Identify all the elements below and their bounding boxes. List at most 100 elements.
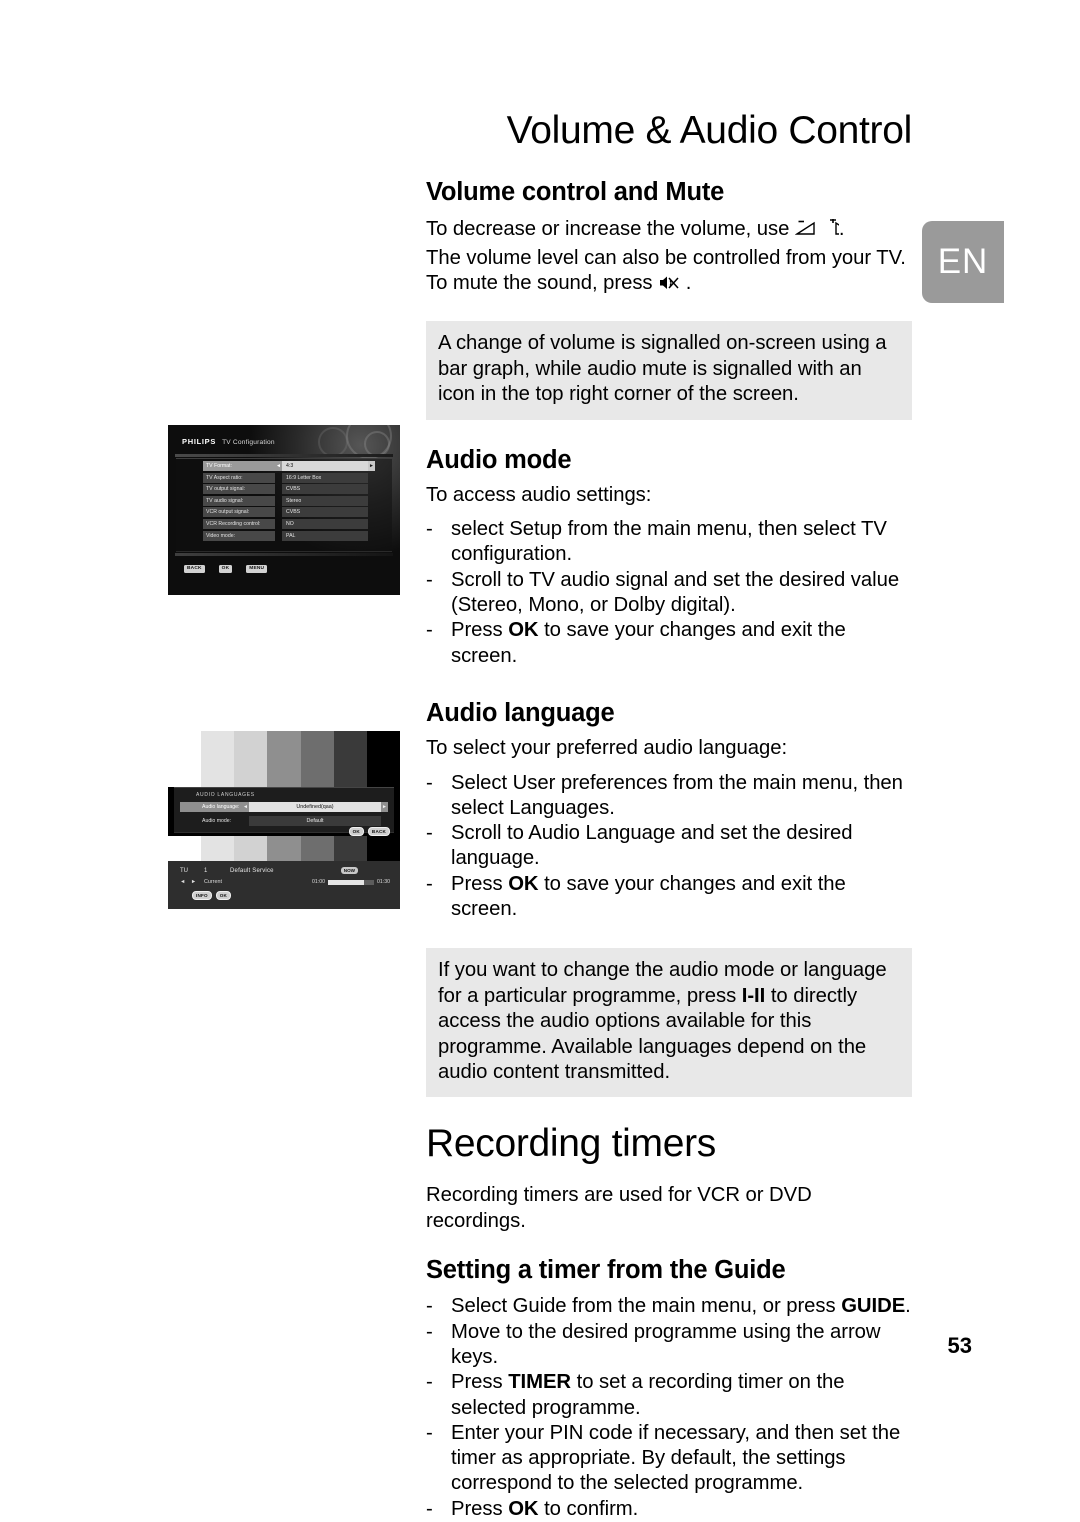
- chapter-title-recording-timers: Recording timers: [426, 1122, 716, 1166]
- note-box-audio-options: If you want to change the audio mode or …: [426, 948, 912, 1098]
- audio-language-row[interactable]: Audio language: ◄ Undefined(qaa) ►: [180, 802, 388, 812]
- config-row-label: VCR output signal:: [203, 507, 275, 518]
- config-row-value: PAL: [282, 530, 368, 541]
- ok-button[interactable]: OK: [348, 827, 364, 837]
- note-box-volume: A change of volume is signalled on-scree…: [426, 321, 912, 420]
- config-row-value: NO: [282, 518, 368, 529]
- list-item: - Scroll to TV audio signal and set the d…: [426, 568, 912, 619]
- mute-icon: [658, 274, 680, 299]
- start-time: 01:00: [312, 879, 326, 885]
- list-item-text: Press OK to save your changes and exit t…: [451, 872, 846, 921]
- list-item-text: Scroll to TV audio signal and set the de…: [451, 568, 900, 617]
- bullet-dash: -: [426, 1371, 433, 1394]
- volume-line-3-suffix: .: [680, 272, 692, 295]
- ok-button[interactable]: OK: [218, 565, 233, 573]
- note-audio-options-text: If you want to change the audio mode or …: [438, 959, 887, 1083]
- colour-bar-pattern-top: [168, 731, 400, 787]
- paragraph-volume-line-3: To mute the sound, press .: [426, 271, 912, 299]
- list-item: - Press OK to confirm.: [426, 1497, 912, 1522]
- config-button-bar: BACK OK MENU: [184, 565, 268, 573]
- progress-bar: [328, 879, 375, 885]
- audio-panel-key-bar: OK BACK: [348, 827, 390, 837]
- paragraph-recording-intro: Recording timers are used for VCR or DVD…: [426, 1184, 812, 1232]
- audio-language-label: Audio language:: [202, 804, 240, 810]
- paragraph-audio-language-intro: To select your preferred audio language:: [426, 737, 788, 760]
- info-button[interactable]: INFO: [192, 891, 212, 901]
- language-tab-label: EN: [937, 242, 989, 281]
- bullet-dash: -: [426, 568, 433, 591]
- audio-mode-row[interactable]: Audio mode: ◄ Default ►: [180, 816, 388, 826]
- chevron-right-icon[interactable]: ►: [368, 461, 375, 471]
- list-audio-mode: - select Setup from the main menu, then s…: [426, 517, 912, 669]
- back-button[interactable]: BACK: [367, 827, 390, 837]
- config-row[interactable]: VCR output signal: ◄ CVBS ►: [203, 507, 375, 518]
- config-row-label: TV output signal:: [203, 484, 275, 495]
- tuner-label: TU: [180, 867, 188, 874]
- tv-configuration-screenshot: PHILIPS TV Configuration TV Format: ◄ 4:…: [168, 425, 400, 595]
- list-setting-timer: - Select Guide from the main menu, or pre…: [426, 1294, 912, 1522]
- heading-audio-language: Audio language: [426, 698, 615, 727]
- channel-number: 1: [204, 867, 208, 874]
- bullet-dash: -: [426, 1295, 433, 1318]
- chevron-right-icon[interactable]: ►: [381, 802, 388, 812]
- chevron-left-icon[interactable]: ◄: [275, 461, 282, 471]
- page-number: 53: [947, 1333, 972, 1358]
- main-text-column: Volume & Audio Control Volume control an…: [426, 109, 912, 1522]
- config-row-value: 4:3: [282, 461, 368, 471]
- list-item-text: select Setup from the main menu, then se…: [451, 518, 887, 566]
- heading-setting-a-timer: Setting a timer from the Guide: [426, 1256, 786, 1285]
- list-item: - select Setup from the main menu, then s…: [426, 517, 912, 568]
- service-name: Default Service: [230, 867, 274, 874]
- bullet-dash: -: [426, 822, 433, 845]
- back-button[interactable]: BACK: [184, 565, 205, 573]
- config-row[interactable]: TV Aspect ratio: ◄ 16:9 Letter Box ►: [203, 472, 375, 483]
- banner-key-bar: INFO OK: [192, 891, 232, 901]
- bullet-dash: -: [426, 1497, 433, 1520]
- config-top-divider: [175, 454, 393, 457]
- bullet-dash: -: [426, 518, 433, 541]
- programme-state: Current: [204, 879, 222, 885]
- list-item: - Press OK to save your changes and exit …: [426, 872, 912, 923]
- ok-button[interactable]: OK: [215, 891, 232, 901]
- language-tab: EN: [922, 221, 1004, 303]
- paragraph-volume-line-2: The volume level can also be controlled …: [426, 246, 906, 269]
- config-row[interactable]: TV audio signal: ◄ Stereo ►: [203, 495, 375, 506]
- config-header: PHILIPS TV Configuration: [182, 437, 275, 446]
- volume-minus-plus-icon: [794, 217, 856, 245]
- list-item: - Press OK to save your changes and exit …: [426, 618, 912, 669]
- list-item: - Select User preferences from the main m…: [426, 771, 912, 822]
- config-row-value: CVBS: [282, 484, 368, 495]
- list-item: - Press TIMER to set a recording timer on…: [426, 1370, 912, 1421]
- list-item-text: Select Guide from the main menu, or pres…: [451, 1295, 911, 1318]
- audio-languages-screenshot: AUDIO LANGUAGES Audio language: ◄ Undefi…: [168, 731, 400, 909]
- config-row-label: Video mode:: [203, 530, 275, 541]
- list-item: - Select Guide from the main menu, or pre…: [426, 1294, 912, 1319]
- chevron-left-icon[interactable]: ◄: [242, 802, 249, 812]
- menu-button[interactable]: MENU: [246, 565, 268, 573]
- config-row[interactable]: TV Format: ◄ 4:3 ►: [203, 461, 375, 471]
- config-row-label: TV Format:: [203, 461, 275, 471]
- paragraph-audio-mode-intro: To access audio settings:: [426, 483, 652, 506]
- config-screen-title: TV Configuration: [222, 439, 275, 446]
- config-row[interactable]: Video mode: ◄ PAL ►: [203, 530, 375, 541]
- heading-audio-mode: Audio mode: [426, 445, 572, 474]
- config-row[interactable]: VCR Recording control: ◄ NO ►: [203, 518, 375, 529]
- config-row-value: Stereo: [282, 495, 368, 506]
- config-row-value: CVBS: [282, 507, 368, 518]
- config-row-label: TV audio signal:: [203, 495, 275, 506]
- now-badge: NOW: [340, 867, 358, 874]
- config-row[interactable]: TV output signal: ◄ CVBS ►: [203, 484, 375, 495]
- colour-bar-pattern-bottom: [168, 836, 400, 861]
- bullet-dash: -: [426, 619, 433, 642]
- bullet-dash: -: [426, 1421, 433, 1444]
- audio-languages-title: AUDIO LANGUAGES: [196, 792, 255, 798]
- config-bottom-divider: [175, 553, 393, 556]
- audio-language-value: Undefined(qaa): [249, 802, 381, 812]
- list-item-text: Press TIMER to set a recording timer on …: [451, 1371, 845, 1419]
- list-item-text: Press OK to save your changes and exit t…: [451, 619, 846, 667]
- paragraph-volume-line-1: To decrease or increase the volume, use …: [426, 217, 912, 245]
- list-item: - Scroll to Audio Language and set the de…: [426, 821, 912, 872]
- list-item: - Enter your PIN code if necessary, and t…: [426, 1421, 912, 1497]
- prev-next-arrows-icon[interactable]: ◄ ►: [180, 879, 204, 885]
- list-item-text: Select User preferences from the main me…: [451, 771, 903, 819]
